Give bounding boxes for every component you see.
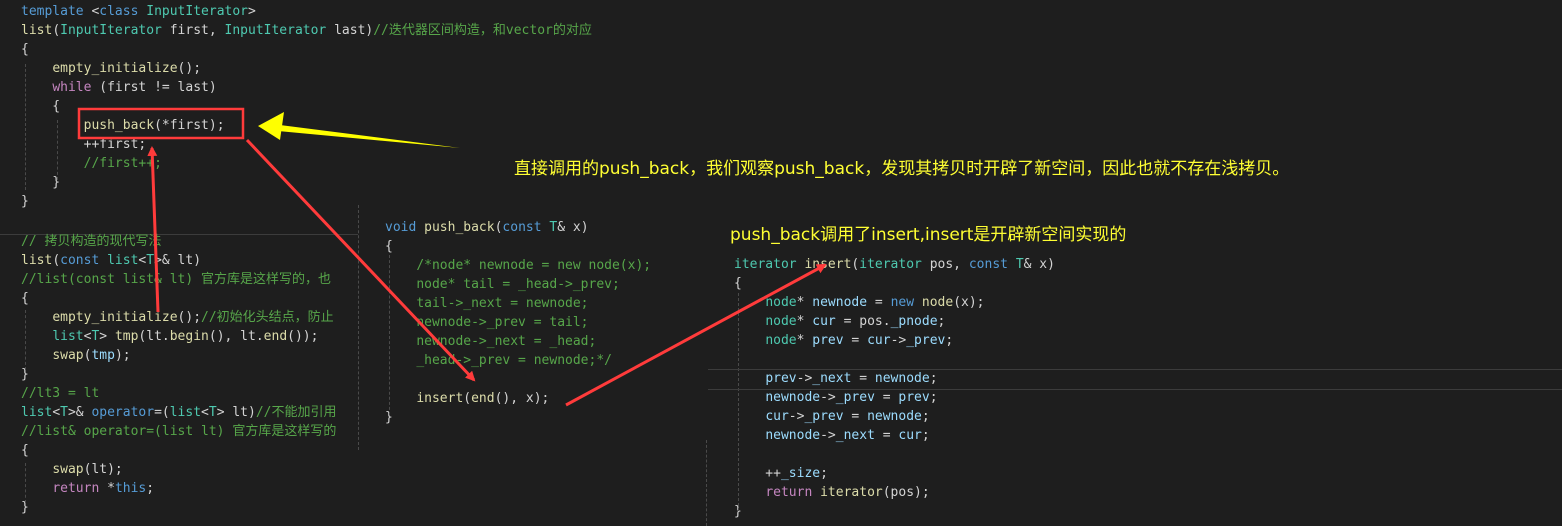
- red-arrow-to-insert-def: [565, 263, 827, 407]
- red-arrow-to-insert-call: [245, 138, 476, 382]
- annotation-overlay: [77, 107, 827, 407]
- highlight-box: [77, 107, 245, 140]
- red-arrow-up: [147, 146, 160, 313]
- yellow-arrow: [258, 112, 460, 148]
